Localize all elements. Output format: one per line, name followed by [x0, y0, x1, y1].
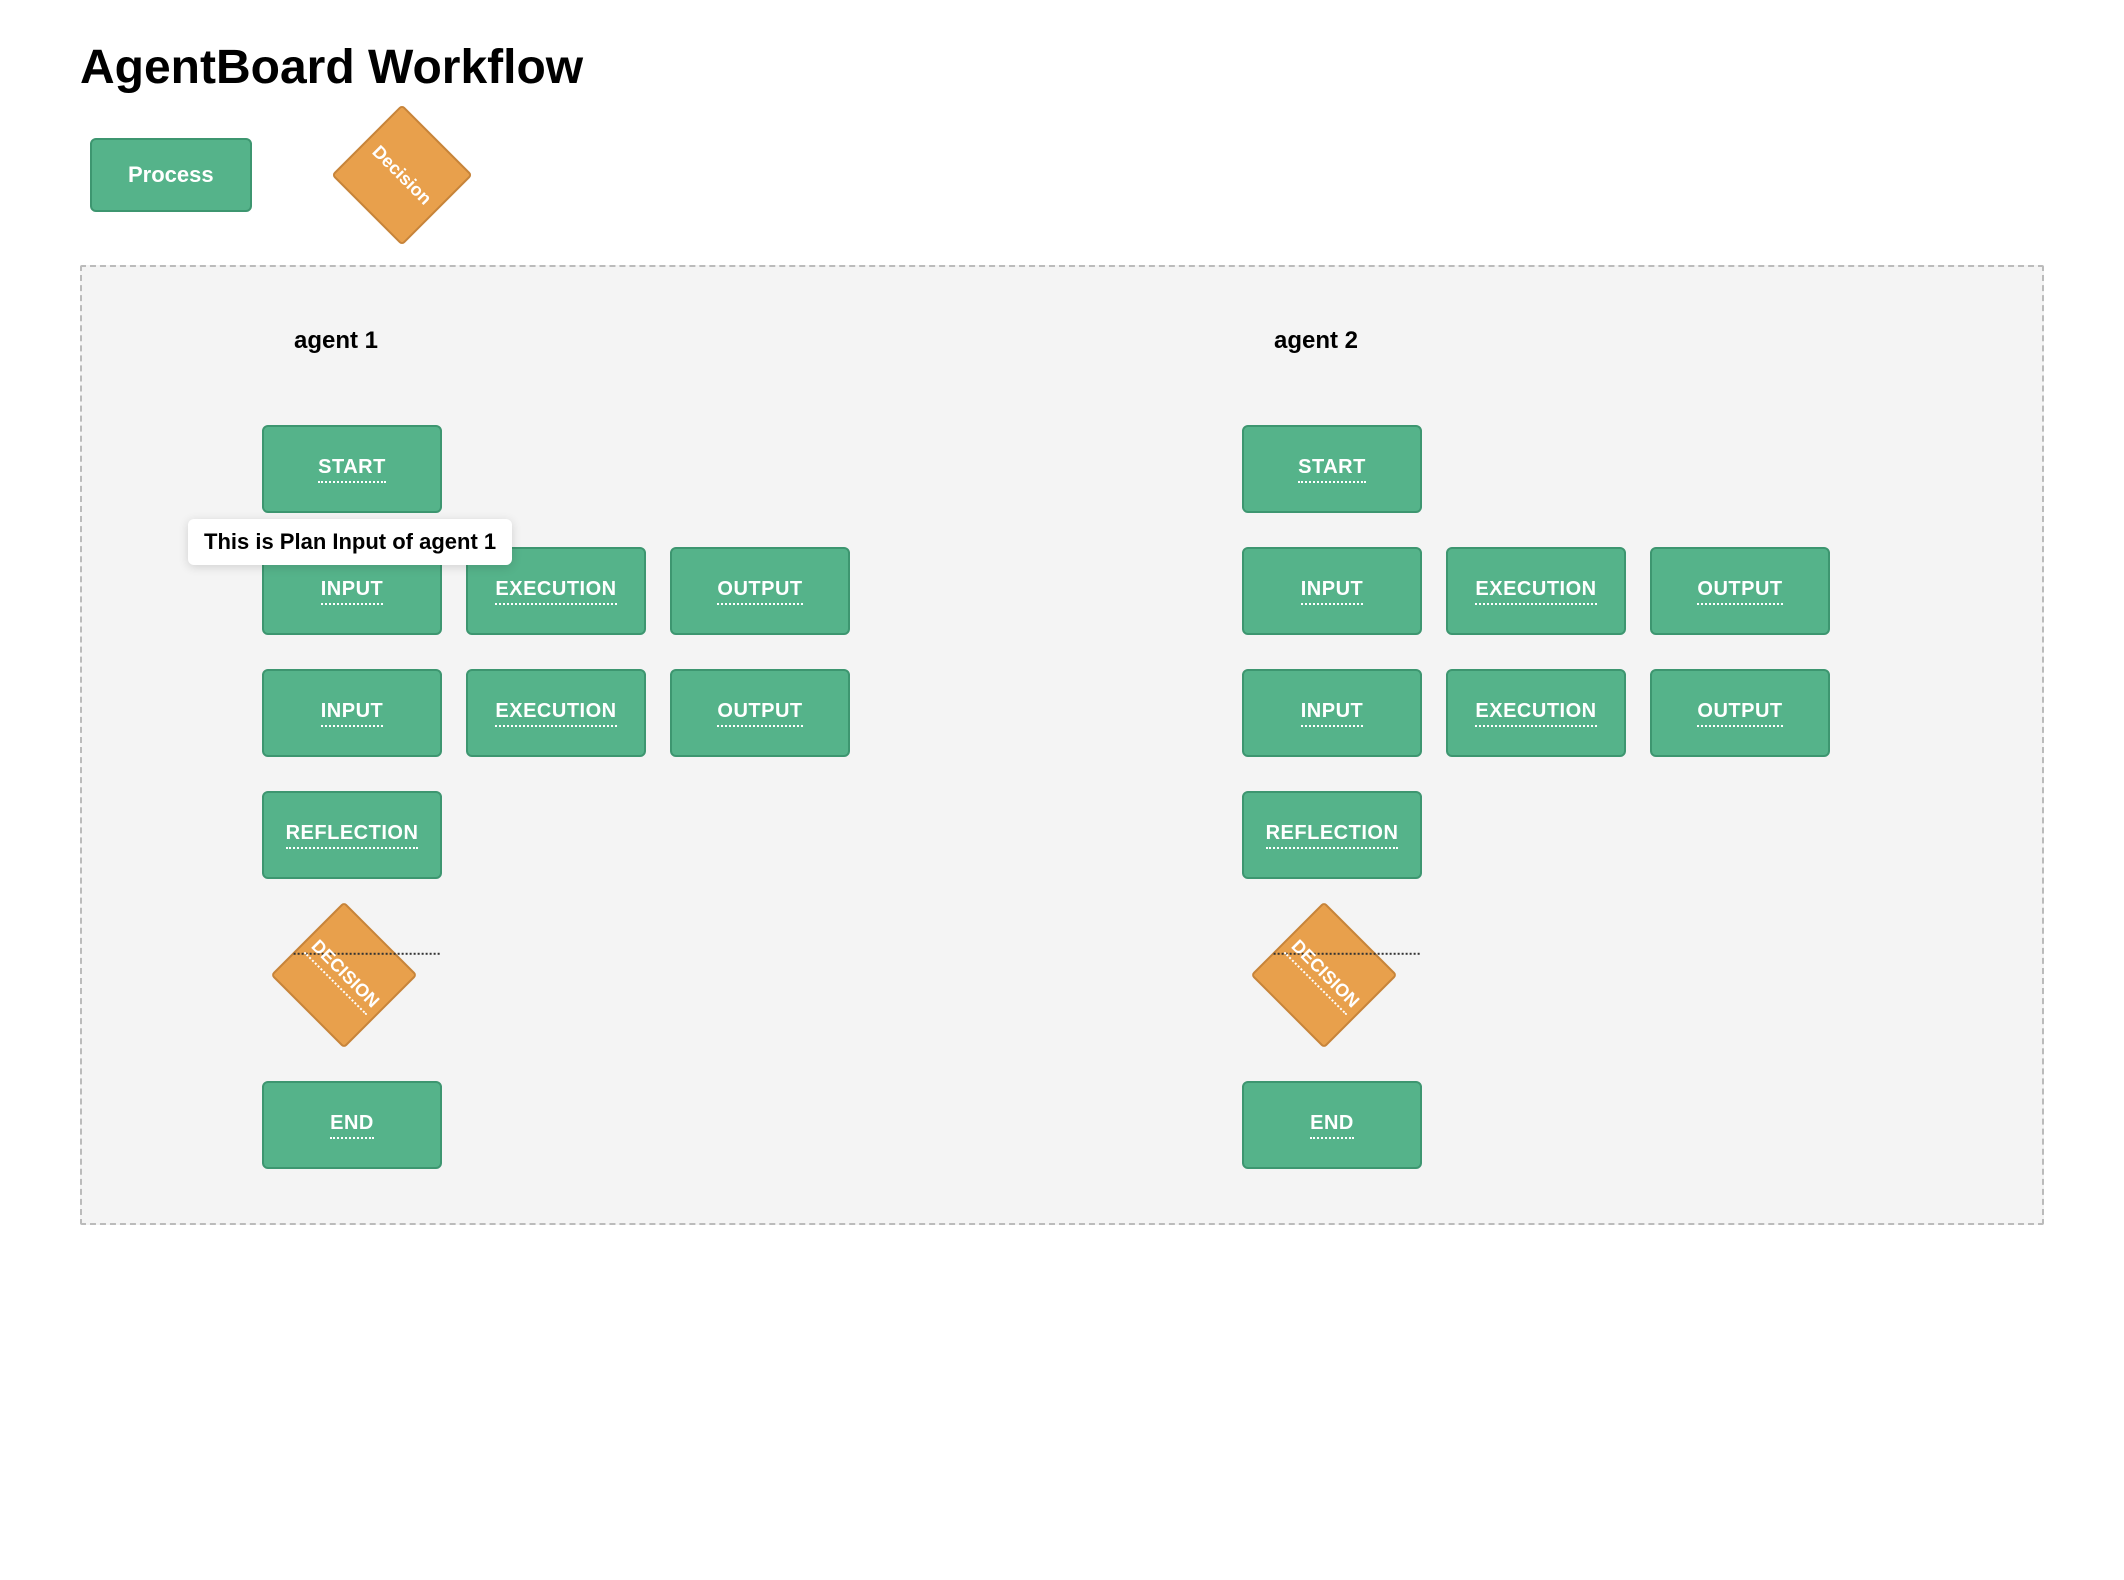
node-label: DECISION	[1284, 935, 1363, 1014]
agent-1-title: agent 1	[262, 327, 378, 355]
node-label: INPUT	[1301, 578, 1364, 605]
page-title: AgentBoard Workflow	[80, 40, 2044, 95]
agent-2-row-plan-2: INPUT EXECUTION OUTPUT	[1242, 669, 1830, 757]
agent-1-row-start: START	[262, 425, 442, 513]
agent-column-1: agent 1 START This is Plan Input of agen…	[122, 327, 1022, 1203]
agent-2-output-1-node[interactable]: OUTPUT	[1650, 547, 1830, 635]
agent-1-start-node[interactable]: START	[262, 425, 442, 513]
agent-1-input-2-node[interactable]: INPUT	[262, 669, 442, 757]
agent-1-row-reflection: REFLECTION	[262, 791, 442, 879]
legend-decision-box: Decision	[331, 104, 472, 245]
agent-2-output-2-node[interactable]: OUTPUT	[1650, 669, 1830, 757]
node-label: REFLECTION	[1266, 822, 1399, 849]
node-label: REFLECTION	[286, 822, 419, 849]
legend-process-label: Process	[128, 162, 214, 188]
node-label: INPUT	[1301, 700, 1364, 727]
agent-1-execution-2-node[interactable]: EXECUTION	[466, 669, 646, 757]
node-label: INPUT	[321, 700, 384, 727]
workflow-container: agent 1 START This is Plan Input of agen…	[80, 265, 2044, 1225]
node-label: OUTPUT	[1697, 700, 1782, 727]
agent-1-row-decision: DECISION	[262, 913, 396, 1047]
node-label: OUTPUT	[717, 578, 802, 605]
node-label: EXECUTION	[495, 578, 616, 605]
agent-2-execution-1-node[interactable]: EXECUTION	[1446, 547, 1626, 635]
agent-2-row-end: END	[1242, 1081, 1422, 1169]
agent-2-row-decision: DECISION	[1242, 913, 1376, 1047]
agent-2-decision-node[interactable]: DECISION	[1250, 901, 1397, 1048]
agent-1-row-end: END	[262, 1081, 442, 1169]
agent-1-row-plan-2: INPUT EXECUTION OUTPUT	[262, 669, 850, 757]
agent-1-decision-node[interactable]: DECISION	[270, 901, 417, 1048]
agent-2-start-node[interactable]: START	[1242, 425, 1422, 513]
node-label: DECISION	[304, 935, 383, 1014]
agent-column-2: agent 2 START INPUT EXECUTION OUTPUT INP…	[1102, 327, 2002, 1203]
agent-1-reflection-node[interactable]: REFLECTION	[262, 791, 442, 879]
agent-2-reflection-node[interactable]: REFLECTION	[1242, 791, 1422, 879]
node-label: END	[330, 1112, 374, 1139]
legend: Process Decision	[80, 125, 2044, 225]
node-label: END	[1310, 1112, 1354, 1139]
agent-2-row-start: START	[1242, 425, 1422, 513]
agent-2-end-node[interactable]: END	[1242, 1081, 1422, 1169]
node-label: START	[318, 456, 386, 483]
legend-decision-label: Decision	[368, 141, 436, 209]
agent-2-row-reflection: REFLECTION	[1242, 791, 1422, 879]
node-label: EXECUTION	[495, 700, 616, 727]
agent-1-output-1-node[interactable]: OUTPUT	[670, 547, 850, 635]
agent-1-row-plan-1: This is Plan Input of agent 1 INPUT EXEC…	[262, 547, 850, 635]
node-label: EXECUTION	[1475, 578, 1596, 605]
agent-1-output-2-node[interactable]: OUTPUT	[670, 669, 850, 757]
node-label: OUTPUT	[717, 700, 802, 727]
node-label: OUTPUT	[1697, 578, 1782, 605]
agent-2-execution-2-node[interactable]: EXECUTION	[1446, 669, 1626, 757]
agent-2-row-plan-1: INPUT EXECUTION OUTPUT	[1242, 547, 1830, 635]
agent-2-input-1-node[interactable]: INPUT	[1242, 547, 1422, 635]
legend-process-box: Process	[90, 138, 252, 212]
node-label: START	[1298, 456, 1366, 483]
node-label: EXECUTION	[1475, 700, 1596, 727]
agent-2-input-2-node[interactable]: INPUT	[1242, 669, 1422, 757]
agent-2-title: agent 2	[1242, 327, 1358, 355]
tooltip-plan-input: This is Plan Input of agent 1	[188, 519, 512, 565]
node-label: INPUT	[321, 578, 384, 605]
agent-1-end-node[interactable]: END	[262, 1081, 442, 1169]
